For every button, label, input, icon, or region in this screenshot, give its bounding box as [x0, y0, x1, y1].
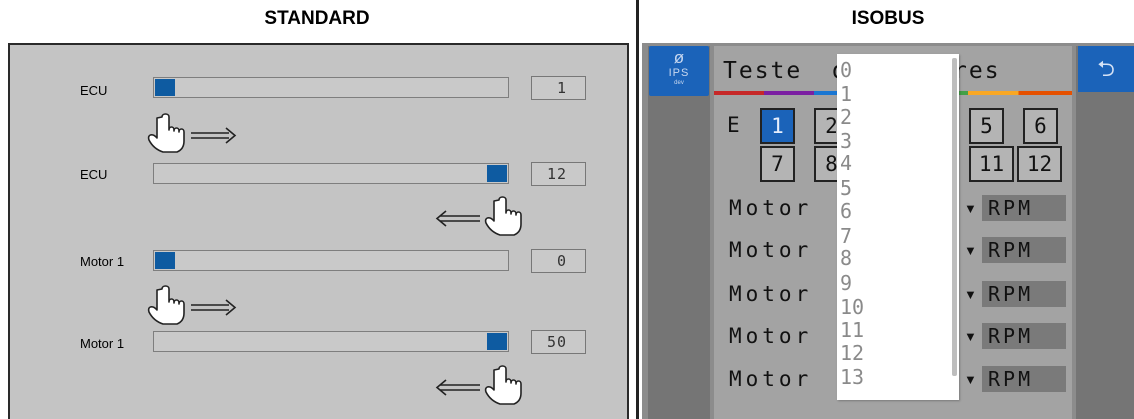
- isobus-header: ISOBUS: [851, 8, 925, 29]
- ecu-button-6[interactable]: 6: [1023, 108, 1058, 144]
- dropdown-option[interactable]: 9: [840, 273, 852, 293]
- dropdown-option[interactable]: 7: [840, 226, 852, 246]
- ecu-button-12[interactable]: 12: [1017, 146, 1062, 182]
- motor-1-slider[interactable]: [153, 250, 509, 271]
- rpm-field[interactable]: RPM: [982, 323, 1066, 349]
- logo-text: IPS: [668, 67, 690, 79]
- ecu-button-1[interactable]: 1: [760, 108, 795, 144]
- ecu-slider-thumb[interactable]: [155, 79, 175, 96]
- motor-1-value-display-2: 50: [531, 330, 586, 354]
- ecu-button-7[interactable]: 7: [760, 146, 795, 182]
- dropdown-option[interactable]: 0: [840, 60, 852, 80]
- isobus-soft-key-column: [648, 46, 710, 419]
- motor-1-slider-thumb[interactable]: [155, 252, 175, 269]
- dropdown-arrow-icon[interactable]: ▼: [964, 287, 977, 302]
- rpm-field[interactable]: RPM: [982, 281, 1066, 307]
- standard-header: STANDARD: [264, 8, 370, 29]
- motor-1-value-display: 0: [531, 249, 586, 273]
- motor-label: Motor: [729, 238, 813, 262]
- ecu-slider-2[interactable]: [153, 163, 509, 184]
- motor-label: Motor: [729, 367, 813, 391]
- dropdown-option[interactable]: 11: [840, 320, 864, 340]
- dropdown-option[interactable]: 10: [840, 297, 864, 317]
- back-arrow-icon: ⮌: [1097, 56, 1115, 81]
- row-label-motor-1: Motor 1: [80, 254, 125, 269]
- leaf-icon: ø: [673, 48, 685, 67]
- logo-subtext: dev: [674, 80, 684, 86]
- motor-label: Motor: [729, 282, 813, 306]
- dropdown-option[interactable]: 1: [840, 84, 852, 104]
- dropdown-option[interactable]: 8: [840, 248, 852, 268]
- row-label-motor-1-2: Motor 1: [80, 336, 125, 351]
- dropdown-option[interactable]: 3: [840, 131, 852, 151]
- dropdown-option[interactable]: 5: [840, 178, 852, 198]
- dropdown-arrow-icon[interactable]: ▼: [964, 329, 977, 344]
- rpm-field[interactable]: RPM: [982, 195, 1066, 221]
- ecu-button-11[interactable]: 11: [969, 146, 1014, 182]
- ecu-slider-2-thumb[interactable]: [487, 165, 507, 182]
- dropdown-option[interactable]: 12: [840, 343, 864, 363]
- panel-divider: [636, 0, 639, 419]
- row-label-ecu: ECU: [80, 83, 108, 98]
- motor-label: Motor: [729, 196, 813, 220]
- ecu-value-display-2: 12: [531, 162, 586, 186]
- screen-title: Teste: [723, 58, 803, 84]
- dropdown-arrow-icon[interactable]: ▼: [964, 201, 977, 216]
- ecu-button-5[interactable]: 5: [969, 108, 1004, 144]
- dropdown-scrollbar[interactable]: [952, 58, 957, 376]
- standard-panel: ECU 1 ECU 12 Motor 1 0 Motor 1 50: [8, 43, 629, 419]
- motor-label: Motor: [729, 324, 813, 348]
- ecu-number-dropdown[interactable]: 0 1 2 3 4 5 6 7 8 9 10 11 12 13: [837, 54, 959, 400]
- ecu-slider[interactable]: [153, 77, 509, 98]
- rpm-field[interactable]: RPM: [982, 237, 1066, 263]
- ips-logo[interactable]: ø IPS dev: [649, 46, 709, 96]
- back-button[interactable]: ⮌: [1078, 46, 1134, 92]
- screen-title-tail: res: [953, 58, 1001, 84]
- dropdown-option[interactable]: 4: [840, 153, 852, 173]
- rpm-field[interactable]: RPM: [982, 366, 1066, 392]
- dropdown-option[interactable]: 13: [840, 367, 864, 387]
- ecu-value-display: 1: [531, 76, 586, 100]
- drag-left-hand-icon: [435, 196, 522, 236]
- dropdown-option[interactable]: 2: [840, 107, 852, 127]
- motor-1-slider-2[interactable]: [153, 331, 509, 352]
- drag-right-hand-icon-2: [147, 285, 237, 325]
- drag-right-hand-icon: [147, 113, 237, 153]
- dropdown-arrow-icon[interactable]: ▼: [964, 372, 977, 387]
- isobus-panel: ø IPS dev ⮌ Teste d res E 1 2 5 6 7 8 11…: [642, 43, 1134, 419]
- dropdown-arrow-icon[interactable]: ▼: [964, 243, 977, 258]
- isobus-right-column: [1076, 46, 1134, 419]
- motor-1-slider-2-thumb[interactable]: [487, 333, 507, 350]
- ecu-label: E: [727, 113, 740, 137]
- row-label-ecu-2: ECU: [80, 167, 108, 182]
- dropdown-option[interactable]: 6: [840, 201, 852, 221]
- drag-left-hand-icon-2: [435, 365, 522, 405]
